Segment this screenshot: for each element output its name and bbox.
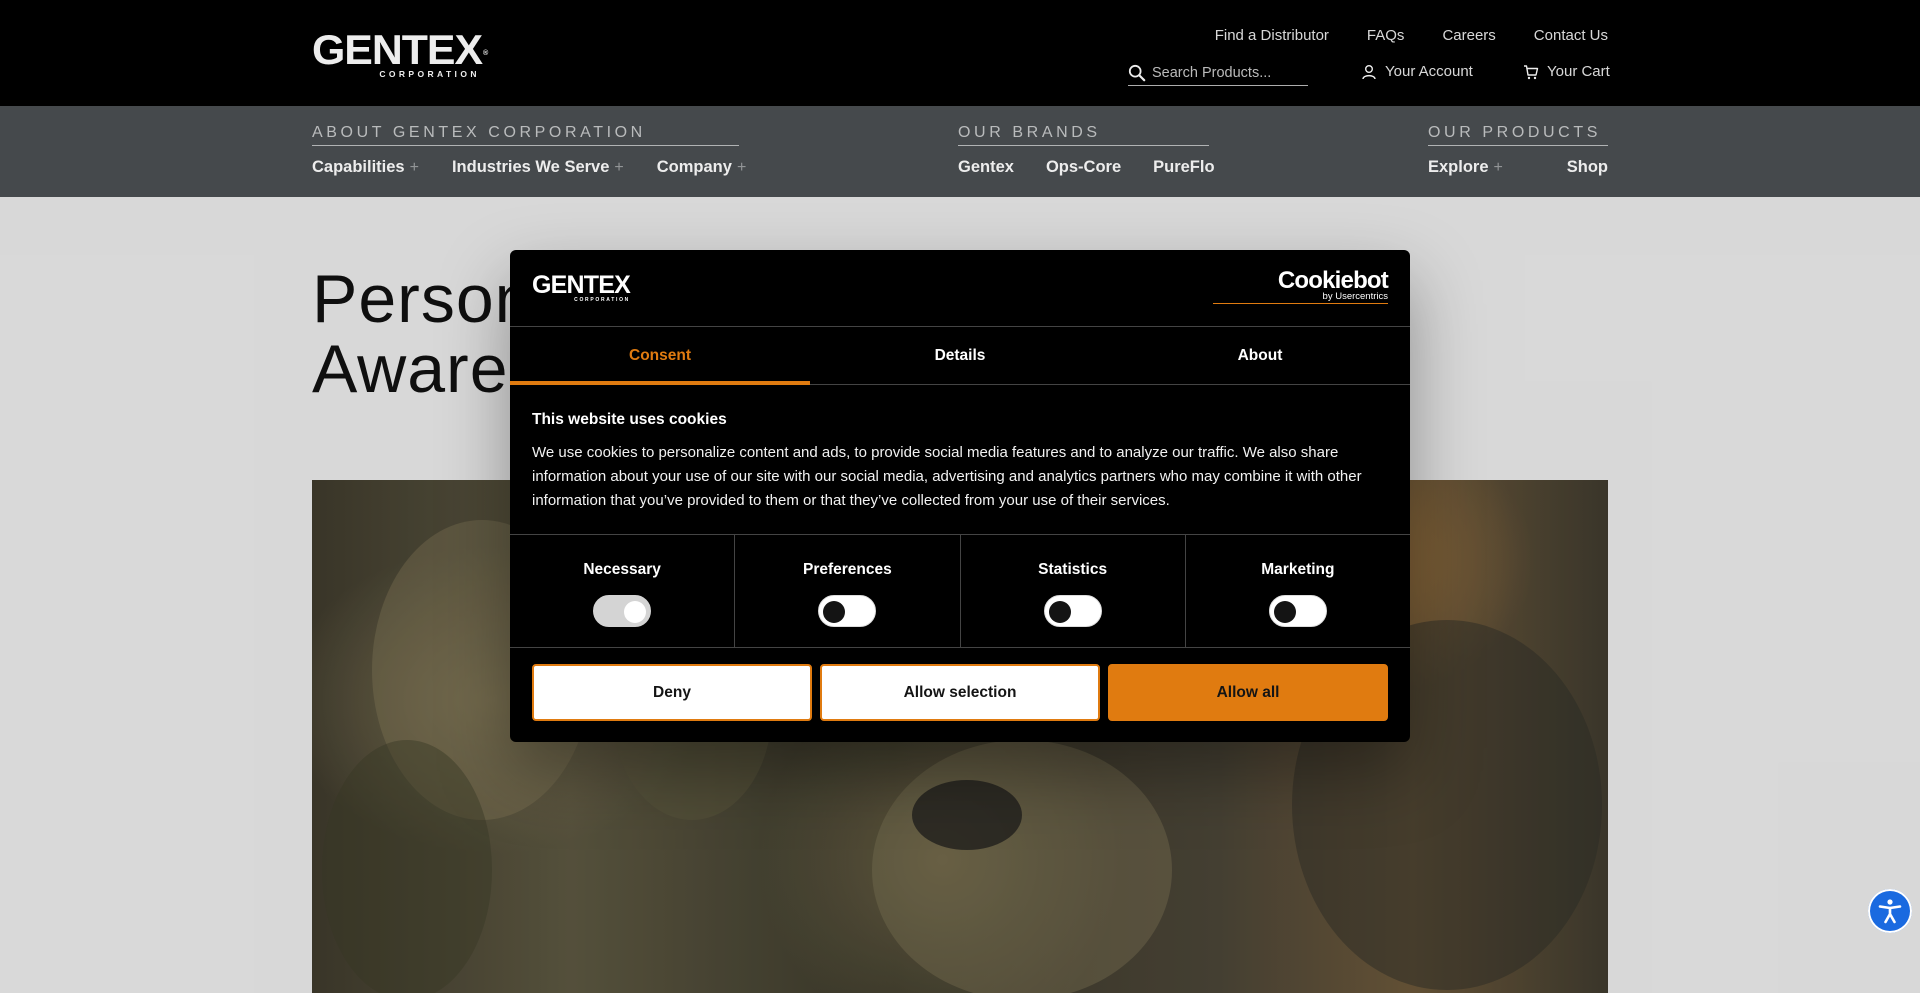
category-label: Marketing: [1261, 561, 1335, 578]
deny-button[interactable]: Deny: [532, 664, 812, 721]
category-label: Necessary: [583, 561, 661, 578]
tab-about[interactable]: About: [1110, 327, 1410, 384]
category-label: Preferences: [802, 561, 892, 578]
dialog-tabs: Consent Details About: [510, 327, 1410, 385]
category-marketing: Marketing: [1186, 535, 1410, 647]
category-preferences: Preferences: [735, 535, 961, 647]
category-necessary: Necessary: [510, 535, 736, 647]
category-statistics: Statistics: [961, 535, 1186, 647]
toggle-knob: [1048, 601, 1071, 623]
dialog-gentex-logo: GENTEX CORPORATION: [532, 271, 631, 304]
cookiebot-wordmark: Cookiebot: [1277, 267, 1389, 294]
dialog-logo-wordmark: GENTEX: [532, 271, 631, 299]
toggle-knob: [823, 601, 846, 623]
toggle-knob: [624, 601, 647, 623]
dialog-actions: Deny Allow selection Allow all: [510, 648, 1410, 737]
consent-categories: Necessary Preferences Statistics Marketi…: [510, 535, 1410, 648]
accessibility-icon: [1878, 899, 1902, 924]
dialog-header: GENTEX CORPORATION Cookiebot by Usercent…: [510, 250, 1410, 327]
allow-selection-button[interactable]: Allow selection: [820, 664, 1100, 721]
toggle-knob: [1273, 601, 1296, 623]
accessibility-button[interactable]: [1868, 889, 1912, 933]
category-label: Statistics: [1038, 561, 1108, 578]
marketing-toggle[interactable]: [1268, 595, 1327, 627]
dialog-body: This website uses cookies We use cookies…: [510, 385, 1410, 535]
tab-consent[interactable]: Consent: [510, 327, 810, 385]
dialog-heading: This website uses cookies: [532, 411, 727, 428]
allow-all-button[interactable]: Allow all: [1108, 664, 1388, 721]
tab-details[interactable]: Details: [810, 327, 1110, 384]
necessary-toggle[interactable]: [593, 595, 652, 627]
dialog-description: We use cookies to personalize content an…: [532, 444, 1362, 509]
cookiebot-logo[interactable]: Cookiebot by Usercentrics: [1213, 267, 1389, 304]
preferences-toggle[interactable]: [818, 595, 877, 627]
cookie-consent-dialog: GENTEX CORPORATION Cookiebot by Usercent…: [510, 250, 1410, 742]
statistics-toggle[interactable]: [1043, 595, 1102, 627]
